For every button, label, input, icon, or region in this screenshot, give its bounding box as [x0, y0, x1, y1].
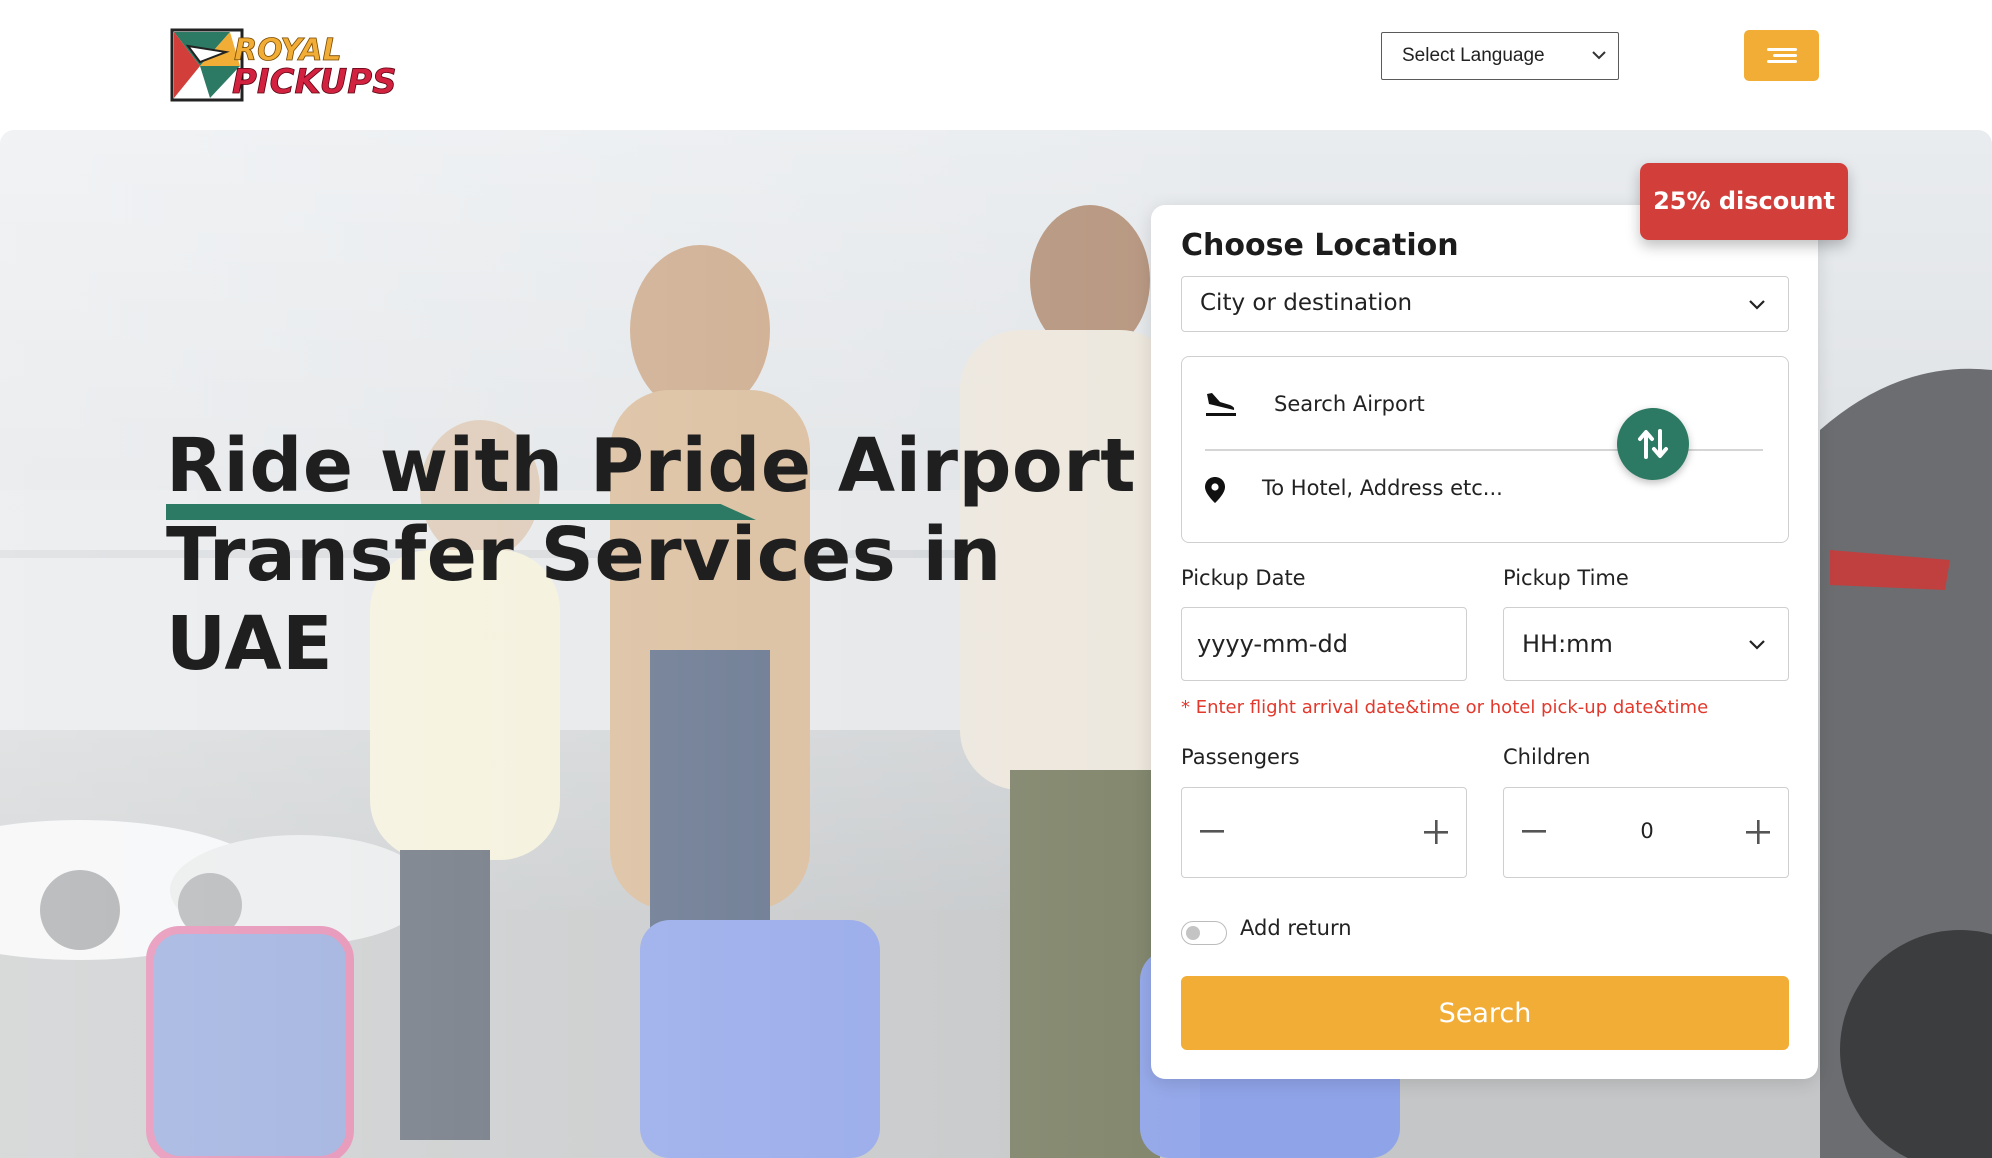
chevron-down-icon [1749, 300, 1765, 310]
to-destination-field[interactable]: To Hotel, Address etc... [1262, 476, 1582, 510]
pickup-date-input[interactable]: yyyy-mm-dd [1181, 607, 1467, 681]
plus-icon [1746, 820, 1770, 844]
location-pin-icon [1205, 477, 1225, 503]
minus-icon [1200, 830, 1224, 833]
choose-location-label: Choose Location [1181, 228, 1459, 263]
chevron-down-icon [1749, 640, 1765, 650]
hero-title: Ride with Pride Airport Transfer Service… [166, 423, 1137, 687]
swap-route-button[interactable] [1617, 408, 1689, 480]
children-increment-button[interactable] [1728, 788, 1788, 876]
location-select-value: City or destination [1200, 290, 1413, 316]
plus-icon [1424, 820, 1448, 844]
children-label: Children [1503, 745, 1591, 769]
passengers-decrement-button[interactable] [1182, 788, 1242, 876]
add-return-toggle[interactable] [1181, 921, 1227, 945]
pickup-hint-text: * Enter flight arrival date&time or hote… [1181, 697, 1709, 718]
pickup-date-label: Pickup Date [1181, 566, 1306, 590]
pickup-time-select[interactable]: HH:mm [1503, 607, 1789, 681]
hamburger-icon [1766, 45, 1797, 66]
from-airport-field[interactable]: Search Airport [1274, 392, 1594, 426]
to-destination-placeholder: To Hotel, Address etc... [1262, 476, 1503, 500]
pickup-date-placeholder: yyyy-mm-dd [1197, 630, 1348, 658]
pickup-time-label: Pickup Time [1503, 566, 1629, 590]
passengers-label: Passengers [1181, 745, 1300, 769]
royal-pickups-logo[interactable]: ROYAL PICKUPS [170, 26, 402, 104]
search-button[interactable]: Search [1181, 976, 1789, 1050]
site-header: ROYAL PICKUPS Select Language [0, 0, 1992, 130]
discount-badge: 25% discount [1640, 163, 1848, 240]
passengers-increment-button[interactable] [1406, 788, 1466, 876]
from-airport-placeholder: Search Airport [1274, 392, 1425, 416]
plane-landing-icon [1206, 393, 1236, 416]
swap-arrows-icon [1638, 429, 1668, 459]
chevron-down-icon [1592, 51, 1606, 60]
children-stepper: 0 [1503, 787, 1789, 878]
add-return-label: Add return [1240, 916, 1352, 940]
language-select-value: Select Language [1402, 45, 1545, 66]
passengers-stepper [1181, 787, 1467, 878]
language-select[interactable]: Select Language [1381, 32, 1619, 80]
logo-text-bottom: PICKUPS [232, 62, 397, 102]
menu-button[interactable] [1744, 30, 1819, 81]
pickup-time-value: HH:mm [1522, 630, 1613, 658]
location-select[interactable]: City or destination [1181, 276, 1789, 332]
toggle-knob [1186, 926, 1200, 940]
